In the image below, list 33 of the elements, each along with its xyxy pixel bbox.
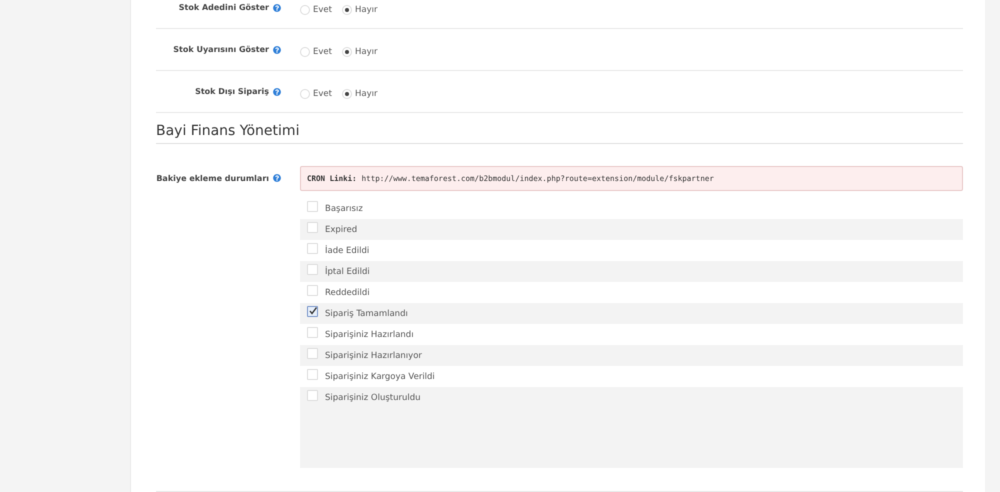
help-icon[interactable] (273, 4, 281, 12)
radio-button[interactable] (342, 46, 352, 56)
radio-button[interactable] (300, 4, 310, 14)
radio-label: Evet (313, 88, 332, 98)
help-icon[interactable] (273, 174, 281, 182)
status-label: İptal Edildi (325, 266, 370, 276)
radio-button[interactable] (342, 4, 352, 14)
status-label: Siparişiniz Kargoya Verildi (325, 372, 435, 382)
setting-label: Stok Dışı Sipariş (195, 87, 269, 96)
radio-button[interactable] (300, 88, 310, 98)
radio-label: Hayır (354, 88, 378, 98)
status-label: Başarısız (325, 204, 363, 214)
check-icon (308, 307, 316, 315)
setting-label: Stok Uyarısını Göster (173, 45, 269, 54)
help-icon[interactable] (273, 88, 281, 96)
status-label: Sipariş Tamamlandı (325, 308, 408, 318)
radio-button[interactable] (300, 46, 310, 56)
status-label: Siparişiniz Hazırlandı (325, 330, 414, 340)
radio-label: Hayır (354, 46, 378, 56)
radio-button[interactable] (342, 88, 352, 98)
setting-label: Stok Adedini Göster (178, 3, 269, 12)
radio-label: Evet (313, 4, 332, 14)
status-label: İade Edildi (325, 246, 370, 256)
status-label: Expired (325, 224, 358, 234)
radio-label: Hayır (354, 4, 378, 14)
checkbox[interactable] (307, 306, 318, 316)
section-title: Bayi Finans Yönetimi (156, 113, 963, 144)
help-icon[interactable] (273, 46, 281, 54)
status-label: Reddedildi (325, 288, 370, 298)
status-label: Siparişiniz Oluşturuldu (325, 392, 421, 402)
field-label: Bakiye ekleme durumları (156, 174, 269, 183)
status-label: Siparişiniz Hazırlanıyor (325, 350, 422, 360)
radio-label: Evet (313, 46, 332, 56)
